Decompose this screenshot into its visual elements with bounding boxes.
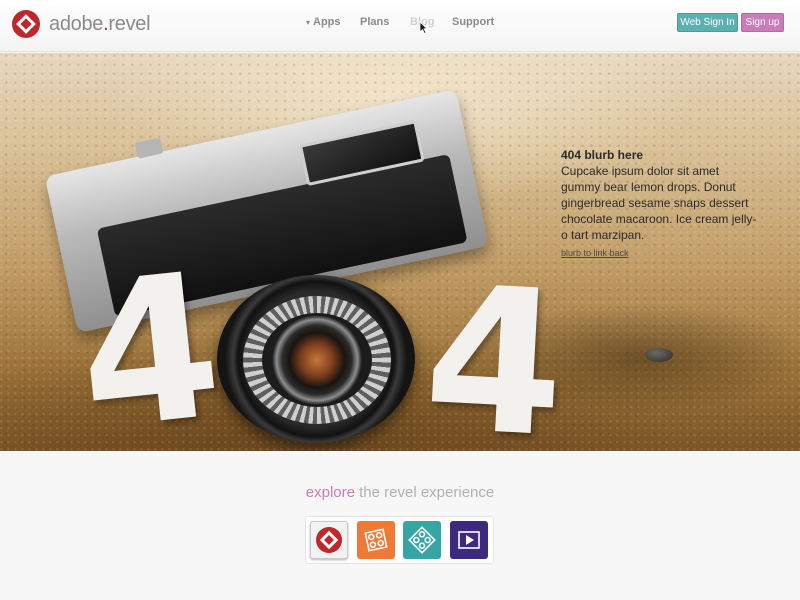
web-sign-in-button[interactable]: Web Sign In	[677, 13, 738, 32]
app-icons-tray	[305, 516, 494, 564]
blurb-back-link[interactable]: blurb to link back	[561, 248, 629, 258]
pebble	[645, 348, 673, 362]
revel-logo-icon	[316, 527, 342, 553]
album-icon	[408, 526, 436, 554]
nav-apps[interactable]: ▾ Apps	[306, 16, 341, 28]
big-four-left: 4	[68, 229, 231, 451]
top-header: adobe.revel ▾ Apps Plans Blog Support Web…	[0, 0, 800, 52]
explore-heading: explore the revel experience	[0, 484, 800, 501]
nav-plans[interactable]: Plans	[360, 16, 389, 28]
blurb-body: Cupcake ipsum dolor sit amet gummy bear …	[561, 164, 757, 242]
video-app-icon[interactable]	[450, 521, 488, 559]
camera-lens-glass	[262, 313, 372, 407]
explore-rest: the revel experience	[354, 484, 495, 501]
chevron-down-icon: ▾	[306, 18, 311, 27]
photo-collage-app-icon[interactable]	[357, 521, 395, 559]
explore-highlight: explore	[305, 484, 355, 501]
hero-404-image: 4 4 404 blurb here Cupcake ipsum dolor s…	[0, 53, 800, 451]
play-icon	[458, 531, 480, 549]
mouse-cursor-icon	[419, 21, 428, 34]
sign-up-button[interactable]: Sign up	[741, 13, 784, 32]
big-four-right: 4	[419, 242, 571, 451]
nav-apps-label: Apps	[313, 16, 341, 28]
blurb-title: 404 blurb here	[561, 148, 644, 162]
collage-icon	[364, 528, 388, 552]
nav-support[interactable]: Support	[452, 16, 494, 28]
revel-app-icon[interactable]	[310, 521, 348, 559]
error-blurb: 404 blurb here Cupcake ipsum dolor sit a…	[561, 148, 761, 261]
photo-album-app-icon[interactable]	[403, 521, 441, 559]
